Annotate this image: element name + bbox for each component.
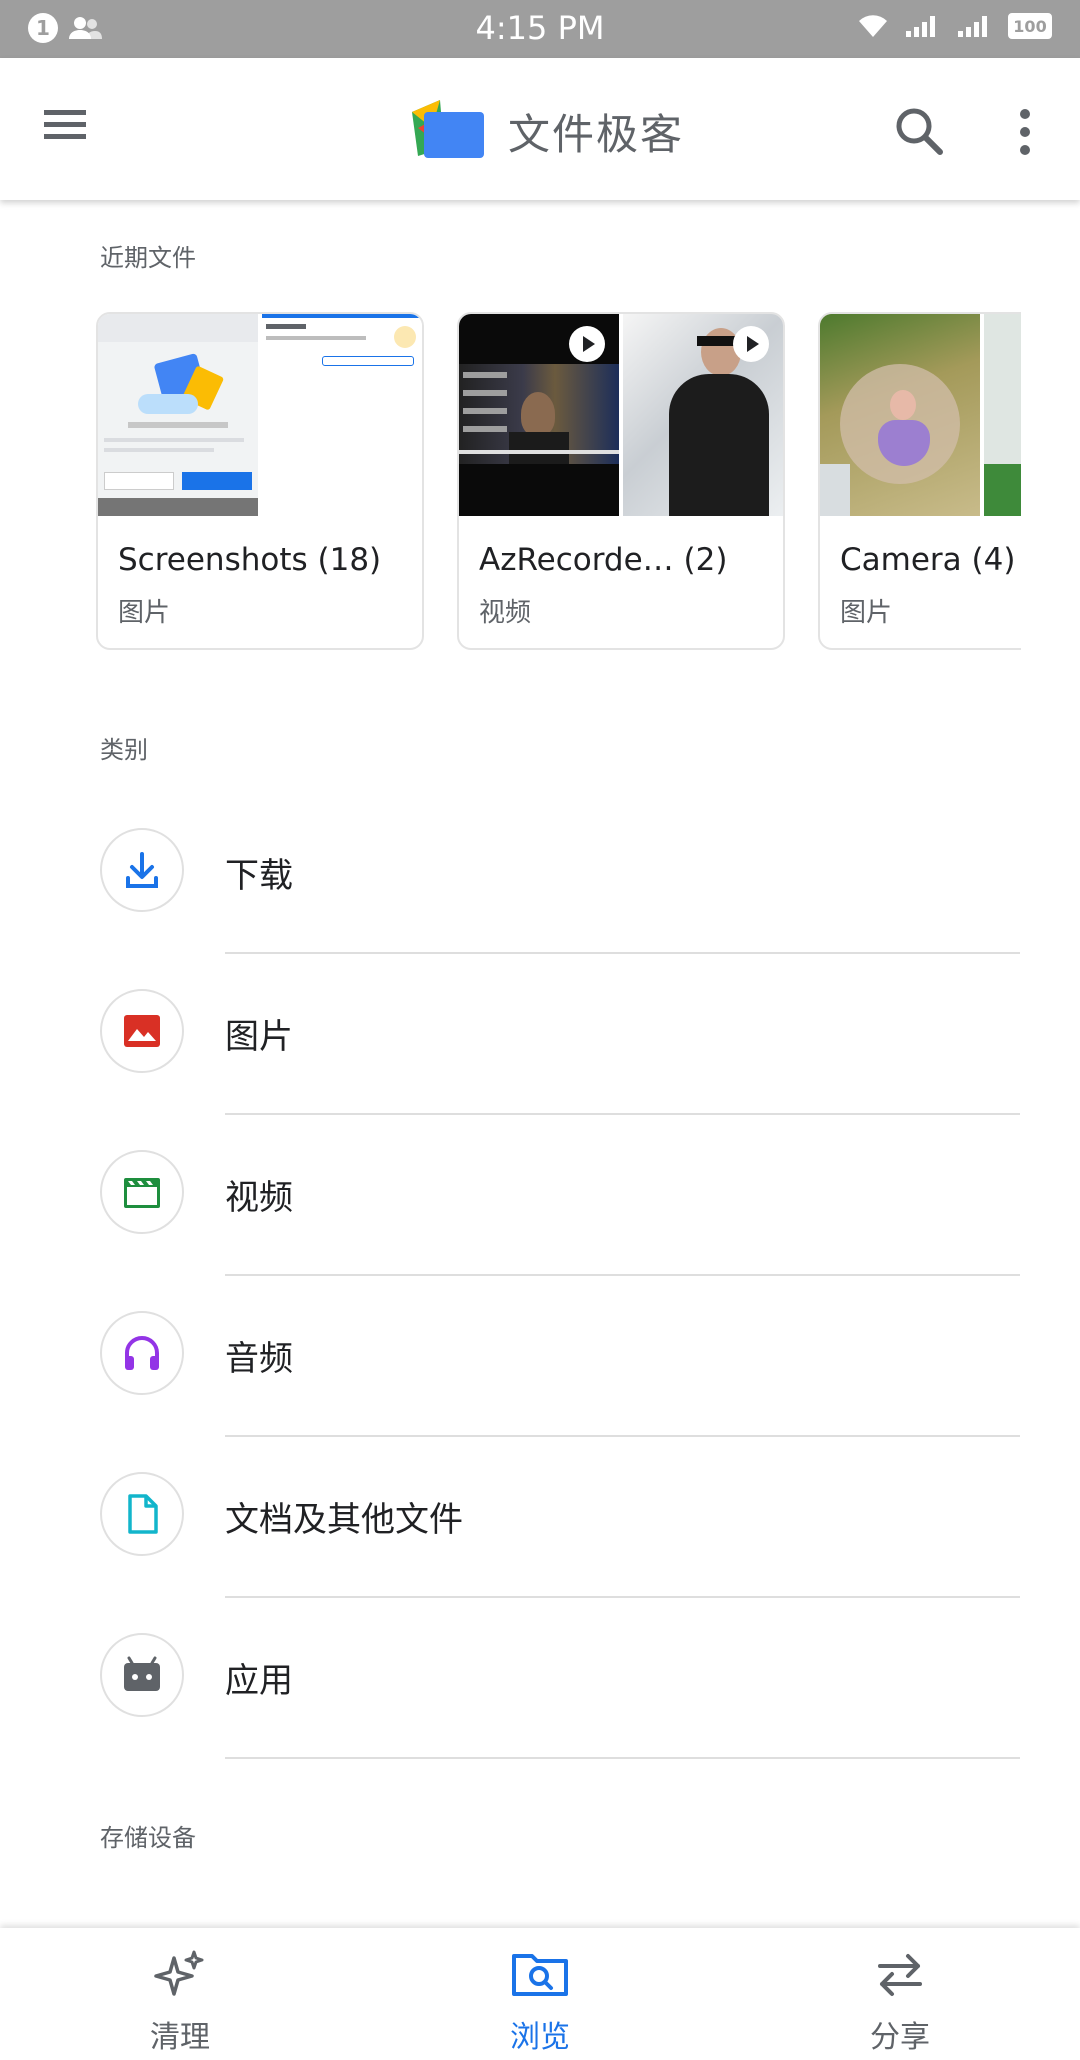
- swap-arrows-icon: [878, 1954, 922, 1996]
- status-bar: 1 4:15 PM 100: [0, 0, 1080, 58]
- nav-share[interactable]: 分享: [720, 1928, 1080, 2060]
- play-icon: [733, 326, 769, 362]
- recent-files-row: Screenshots (18) 图片 AzRecorde… (2) 视频 Ca…: [96, 312, 1021, 652]
- categories-label: 类别: [100, 736, 148, 764]
- files-logo-icon: [412, 100, 484, 158]
- divider: [225, 1596, 1020, 1598]
- more-options-button[interactable]: [1000, 102, 1050, 162]
- divider: [225, 1274, 1020, 1276]
- hamburger-menu-icon: [44, 110, 86, 139]
- category-apps[interactable]: 应用: [0, 1603, 1080, 1763]
- category-images[interactable]: 图片: [0, 959, 1080, 1119]
- category-audio[interactable]: 音频: [0, 1281, 1080, 1441]
- category-documents[interactable]: 文档及其他文件: [0, 1442, 1080, 1602]
- card-thumbnails: [820, 314, 1021, 516]
- video-thumbnail-1: [459, 314, 619, 516]
- category-label: 下载: [225, 856, 293, 896]
- category-label: 文档及其他文件: [225, 1500, 463, 1540]
- recent-card-camera[interactable]: Camera (4) 图片: [818, 312, 1021, 650]
- battery-icon: 100: [1008, 13, 1052, 39]
- document-icon: [128, 1494, 158, 1534]
- video-icon: [124, 1178, 160, 1208]
- nav-clean[interactable]: 清理: [0, 1928, 360, 2060]
- card-name: Camera (4): [840, 542, 1016, 578]
- image-icon: [124, 1015, 160, 1047]
- card-type: 图片: [840, 598, 893, 628]
- recent-files-label: 近期文件: [100, 244, 196, 272]
- category-downloads[interactable]: 下载: [0, 798, 1080, 958]
- video-thumbnail-2: [619, 314, 783, 516]
- nav-label: 清理: [150, 2020, 210, 2055]
- app-title: 文件极客: [508, 110, 685, 159]
- category-label: 音频: [225, 1339, 293, 1379]
- play-icon: [569, 326, 605, 362]
- sparkle-icon: [154, 1950, 204, 1996]
- screenshot-thumbnail-2: [258, 314, 422, 516]
- android-icon: [124, 1656, 160, 1691]
- recent-card-screenshots[interactable]: Screenshots (18) 图片: [96, 312, 424, 650]
- browse-folder-icon: [512, 1954, 568, 1996]
- wifi-icon: [859, 15, 887, 37]
- card-name: AzRecorde… (2): [479, 542, 728, 578]
- photo-thumbnail-1: [820, 314, 980, 516]
- menu-button[interactable]: [40, 104, 100, 154]
- card-thumbnails: [459, 314, 783, 516]
- more-vert-icon: [1020, 109, 1030, 155]
- image-icon-circle: [100, 989, 184, 1073]
- category-label: 应用: [225, 1661, 293, 1701]
- status-right: 100: [856, 13, 1052, 39]
- signal-icon-1: [906, 16, 935, 37]
- screenshot-thumbnail-1: [98, 314, 258, 516]
- bottom-navigation: 清理 浏览 分享: [0, 1928, 1080, 2060]
- category-label: 视频: [225, 1178, 293, 1218]
- headphones-icon-circle: [100, 1311, 184, 1395]
- divider: [225, 1113, 1020, 1115]
- nav-label: 浏览: [510, 2020, 570, 2055]
- card-type: 视频: [479, 598, 532, 628]
- divider: [225, 952, 1020, 954]
- nav-browse[interactable]: 浏览: [360, 1928, 720, 2060]
- card-type: 图片: [118, 598, 171, 628]
- android-icon-circle: [100, 1633, 184, 1717]
- card-thumbnails: [98, 314, 422, 516]
- nav-label: 分享: [870, 2020, 930, 2055]
- document-icon-circle: [100, 1472, 184, 1556]
- download-icon: [126, 852, 158, 888]
- download-icon-circle: [100, 828, 184, 912]
- storage-label: 存储设备: [100, 1824, 196, 1852]
- photo-thumbnail-2: [980, 314, 1021, 516]
- app-bar: 文件极客: [0, 58, 1080, 200]
- recent-card-azrecorder[interactable]: AzRecorde… (2) 视频: [457, 312, 785, 650]
- divider: [225, 1757, 1020, 1759]
- card-name: Screenshots (18): [118, 542, 382, 578]
- search-button[interactable]: [890, 102, 950, 162]
- headphones-icon: [125, 1336, 159, 1370]
- divider: [225, 1435, 1020, 1437]
- video-icon-circle: [100, 1150, 184, 1234]
- category-label: 图片: [225, 1017, 293, 1057]
- search-icon: [896, 108, 943, 155]
- category-videos[interactable]: 视频: [0, 1120, 1080, 1280]
- signal-icon-2: [958, 16, 987, 37]
